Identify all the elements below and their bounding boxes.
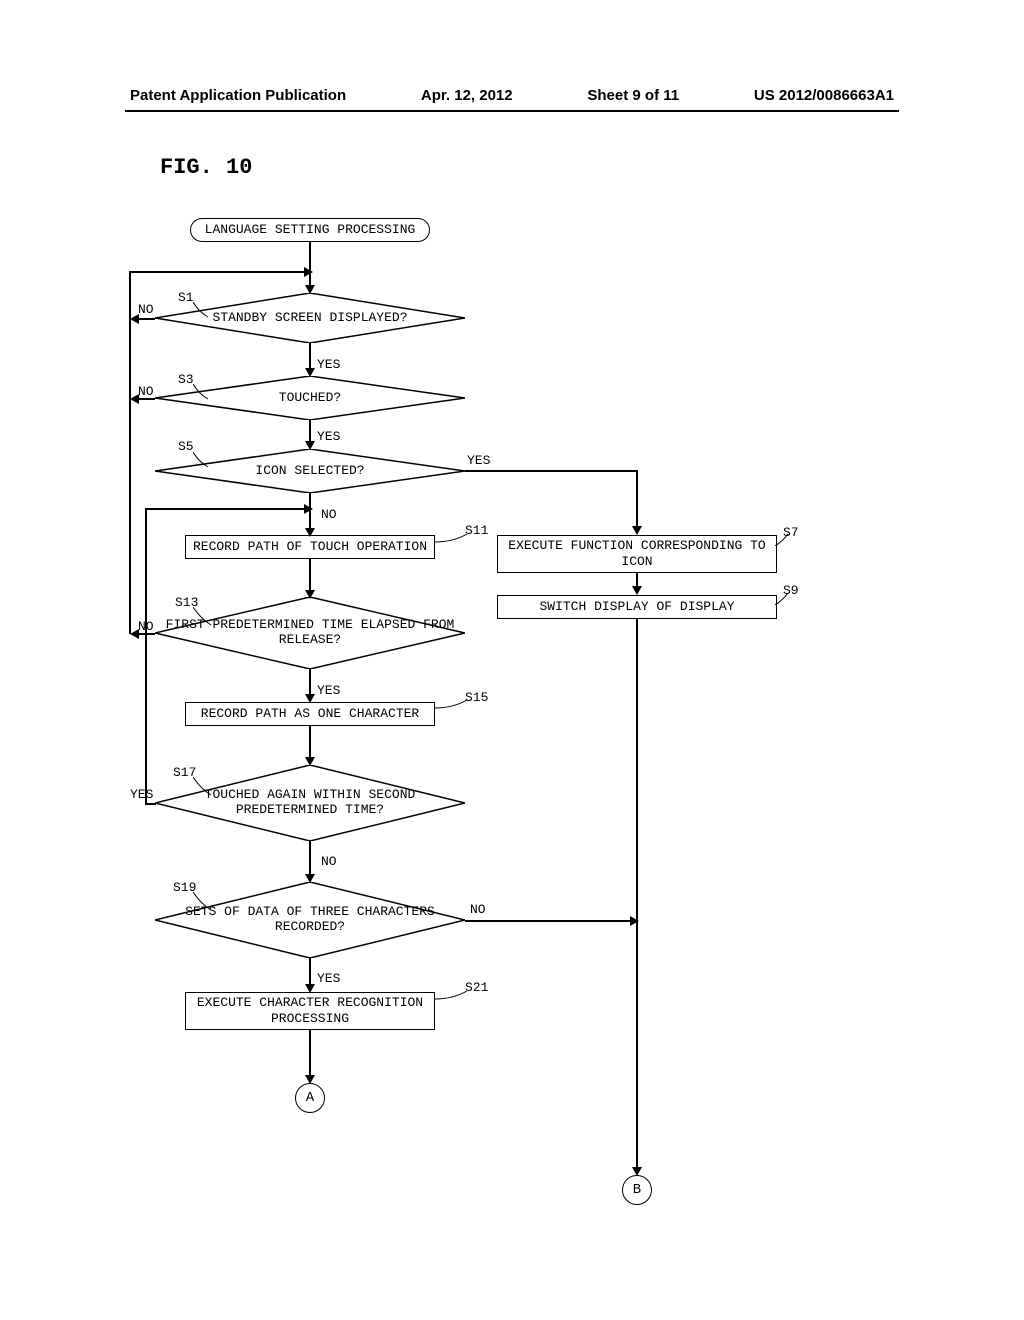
arrow-head-icon xyxy=(632,586,642,595)
connector-b: B xyxy=(622,1175,652,1205)
arrow-head-icon xyxy=(304,504,313,514)
process-s15: RECORD PATH AS ONE CHARACTER xyxy=(185,702,435,726)
page-header: Patent Application Publication Apr. 12, … xyxy=(0,87,1024,104)
arrow-line xyxy=(636,470,638,533)
process-s15-text: RECORD PATH AS ONE CHARACTER xyxy=(201,706,419,722)
step-label-s5: S5 xyxy=(178,439,194,454)
yes-label: YES xyxy=(467,453,490,468)
no-label: NO xyxy=(321,854,337,869)
step-label-s1: S1 xyxy=(178,290,194,305)
arrow-line xyxy=(139,633,155,635)
arrow-head-icon xyxy=(304,267,313,277)
no-label: NO xyxy=(138,384,154,399)
connector-b-label: B xyxy=(633,1182,641,1198)
process-s21-text: EXECUTE CHARACTER RECOGNITION PROCESSING xyxy=(192,995,428,1026)
arrow-head-icon xyxy=(130,314,139,324)
arrow-line xyxy=(145,508,310,510)
publication-type: Patent Application Publication xyxy=(130,87,346,104)
no-label: NO xyxy=(138,302,154,317)
start-label: LANGUAGE SETTING PROCESSING xyxy=(205,222,416,238)
arrow-line xyxy=(636,619,638,1174)
start-terminator: LANGUAGE SETTING PROCESSING xyxy=(190,218,430,242)
process-s9-text: SWITCH DISPLAY OF DISPLAY xyxy=(539,599,734,615)
process-s11: RECORD PATH OF TOUCH OPERATION xyxy=(185,535,435,559)
arrow-line xyxy=(145,508,147,804)
arrow-line xyxy=(139,398,155,400)
step-label-s3: S3 xyxy=(178,372,194,387)
connector-a-label: A xyxy=(306,1090,314,1106)
figure-label: FIG. 10 xyxy=(160,155,252,180)
publication-date: Apr. 12, 2012 xyxy=(421,87,513,104)
arrow-head-icon xyxy=(130,629,139,639)
arrow-head-icon xyxy=(630,916,639,926)
yes-label: YES xyxy=(317,971,340,986)
process-s21: EXECUTE CHARACTER RECOGNITION PROCESSING xyxy=(185,992,435,1030)
process-s11-text: RECORD PATH OF TOUCH OPERATION xyxy=(193,539,427,555)
process-s7: EXECUTE FUNCTION CORRESPONDING TO ICON xyxy=(497,535,777,573)
publication-number: US 2012/0086663A1 xyxy=(754,87,894,104)
header-divider xyxy=(125,110,899,112)
arrow-line xyxy=(139,318,155,320)
connector-a: A xyxy=(295,1083,325,1113)
yes-label: YES xyxy=(317,429,340,444)
arrow-head-icon xyxy=(632,526,642,535)
arrow-line xyxy=(129,271,131,634)
arrow-head-icon xyxy=(130,394,139,404)
arrow-line xyxy=(465,470,637,472)
yes-label: YES xyxy=(317,357,340,372)
yes-label: YES xyxy=(130,787,153,802)
arrow-line xyxy=(465,920,637,922)
process-s7-text: EXECUTE FUNCTION CORRESPONDING TO ICON xyxy=(504,538,770,569)
arrow-line xyxy=(129,271,310,273)
yes-label: YES xyxy=(317,683,340,698)
arrow-line xyxy=(145,803,156,805)
no-label: NO xyxy=(470,902,486,917)
sheet-number: Sheet 9 of 11 xyxy=(587,87,679,104)
process-s9: SWITCH DISPLAY OF DISPLAY xyxy=(497,595,777,619)
no-label: NO xyxy=(321,507,337,522)
flowchart-diagram: LANGUAGE SETTING PROCESSING STANDBY SCRE… xyxy=(135,215,885,1225)
